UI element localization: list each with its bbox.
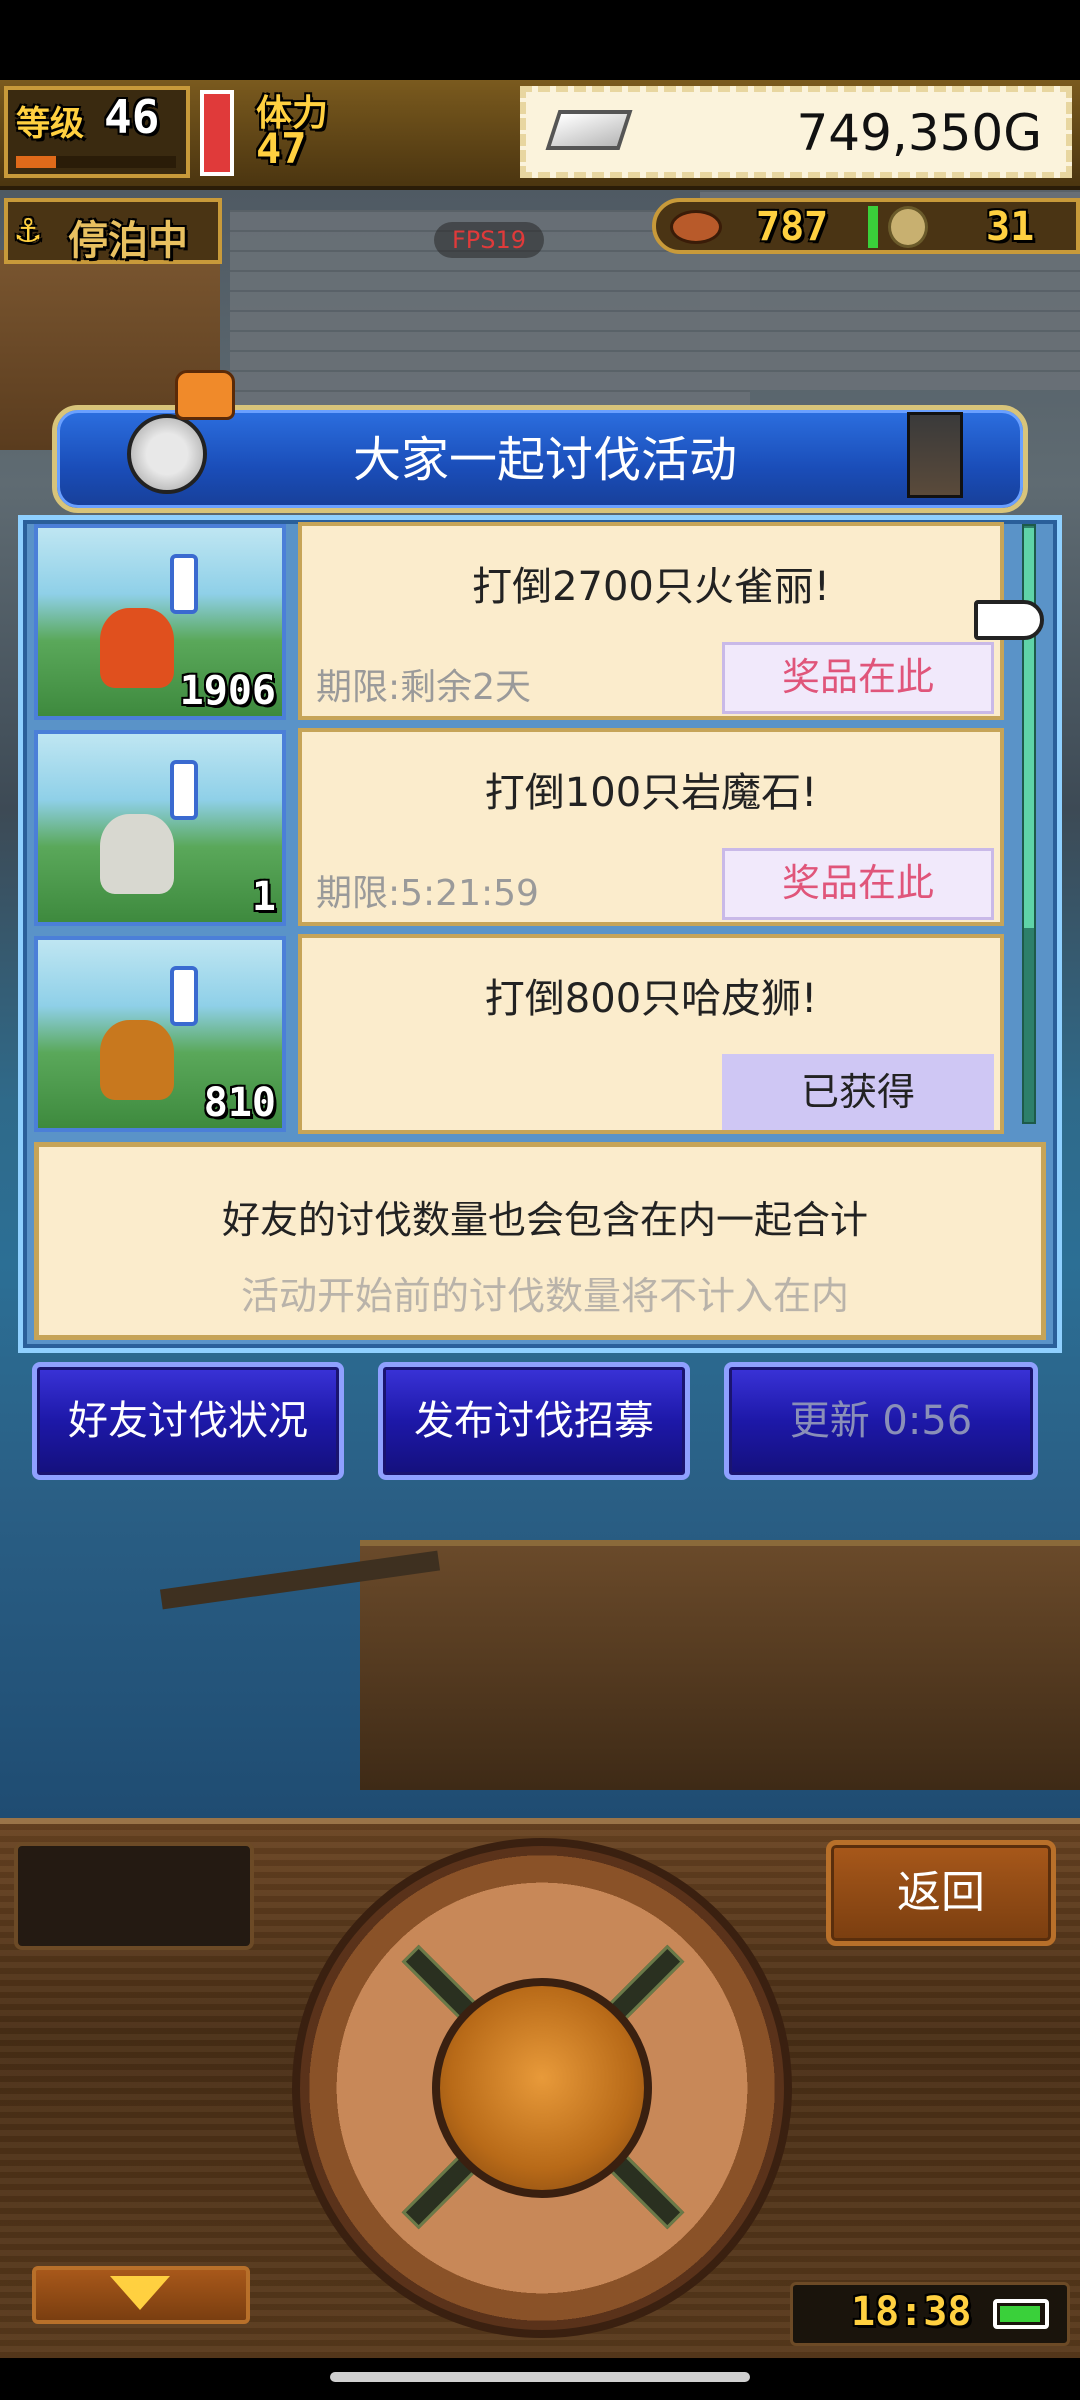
anchor-icon: ⚓ <box>16 206 41 252</box>
mini-screen <box>14 1842 254 1950</box>
level-label: 等级 <box>16 104 84 144</box>
back-button[interactable]: 返回 <box>826 1840 1056 1946</box>
event-deadline: 期限:5:21:59 <box>316 873 539 914</box>
event-card-2: 打倒100只岩魔石! 期限:5:21:59 奖品在此 <box>298 728 1004 926</box>
resource-bar: 787 31 <box>652 198 1080 254</box>
kill-count: 1 <box>251 874 276 920</box>
meat-icon <box>670 210 722 244</box>
event-title: 打倒100只岩魔石! <box>484 770 818 816</box>
fps-counter: FPS19 <box>434 222 544 258</box>
docked-label: 停泊中 <box>68 218 188 264</box>
info-primary: 好友的讨伐数量也会包含在内一起合计 <box>221 1198 868 1242</box>
level-box: 等级 46 <box>4 86 190 178</box>
down-arrow-icon <box>110 2276 170 2310</box>
clock-box: 18:38 <box>790 2282 1070 2346</box>
stamina-gauge <box>200 90 234 176</box>
info-secondary: 活动开始前的讨伐数量将不计入在内 <box>240 1274 849 1318</box>
stamina-value: 47 <box>256 124 307 173</box>
clock-time: 18:38 <box>851 2289 972 2335</box>
event-card-1: 打倒2700只火雀丽! 期限:剩余2天 奖品在此 <box>298 522 1004 720</box>
info-box: 好友的讨伐数量也会包含在内一起合计 活动开始前的讨伐数量将不计入在内 <box>34 1142 1046 1340</box>
exclamation-icon <box>170 760 198 820</box>
lion-icon <box>100 1020 174 1100</box>
gold-box: 749,350G <box>520 86 1072 178</box>
kill-count: 1906 <box>179 668 276 714</box>
center-action-button[interactable] <box>432 1978 652 2198</box>
food-value: 787 <box>756 204 829 250</box>
battery-fill <box>1000 2306 1040 2322</box>
medal-icon <box>888 206 928 248</box>
exclamation-icon <box>170 966 198 1026</box>
refresh-button[interactable]: 更新 0:56 <box>724 1362 1038 1480</box>
dialog-title-bar: 大家一起讨伐活动 <box>52 370 1028 513</box>
obtained-button[interactable]: 已获得 <box>722 1054 994 1130</box>
cat-icon <box>175 370 235 420</box>
claim-prize-button[interactable]: 奖品在此 <box>722 848 994 920</box>
battery-icon <box>993 2299 1049 2329</box>
pointing-hand-icon <box>974 600 1044 640</box>
food-gauge <box>868 206 878 248</box>
swordsman-icon <box>907 412 963 498</box>
event-thumb-3: 810 <box>34 936 286 1132</box>
friend-status-button[interactable]: 好友讨伐状况 <box>32 1362 344 1480</box>
event-title: 打倒2700只火雀丽! <box>472 564 830 610</box>
event-thumb-2: 1 <box>34 730 286 926</box>
ship-hull <box>360 1540 1080 1790</box>
scrollbar-thumb[interactable] <box>1024 528 1034 928</box>
shield-knight-icon <box>127 414 207 494</box>
kill-count: 810 <box>203 1080 276 1126</box>
post-recruit-button[interactable]: 发布讨伐招募 <box>378 1362 690 1480</box>
home-indicator[interactable] <box>330 2372 750 2382</box>
event-deadline: 期限:剩余2天 <box>316 667 532 708</box>
claim-prize-button[interactable]: 奖品在此 <box>722 642 994 714</box>
fire-bird-icon <box>100 608 174 688</box>
silver-bar-icon <box>545 110 633 150</box>
event-title: 打倒800只哈皮狮! <box>484 976 818 1022</box>
exp-bar-fill <box>16 156 56 168</box>
level-value: 46 <box>104 90 160 144</box>
rock-golem-icon <box>100 814 174 894</box>
docked-badge: ⚓ 停泊中 <box>4 198 222 264</box>
event-thumb-1: 1906 <box>34 524 286 720</box>
exclamation-icon <box>170 554 198 614</box>
top-hud: 等级 46 体力 47 749,350G <box>0 80 1080 190</box>
medal-value: 31 <box>986 204 1035 250</box>
event-card-3: 打倒800只哈皮狮! 已获得 <box>298 934 1004 1134</box>
exp-bar <box>16 156 176 168</box>
gold-value: 749,350G <box>796 104 1042 162</box>
